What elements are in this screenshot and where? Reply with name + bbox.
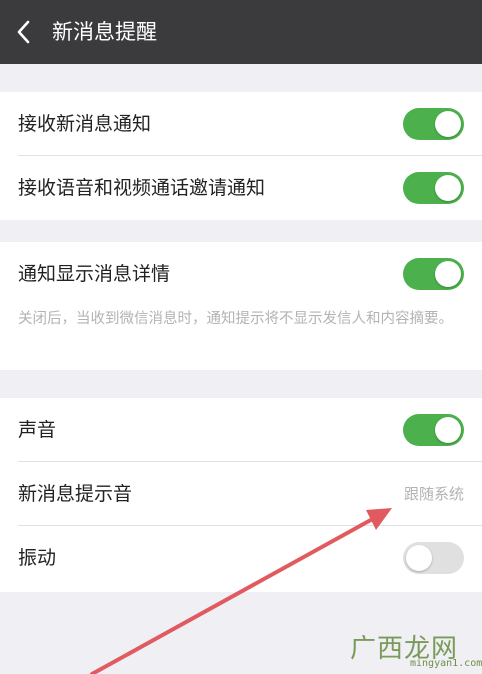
toggle-knob xyxy=(406,545,432,571)
sound-label: 声音 xyxy=(18,419,57,441)
receive-new-message-row: 接收新消息通知 xyxy=(0,92,482,156)
vibrate-toggle[interactable] xyxy=(403,542,464,574)
receive-new-message-label: 接收新消息通知 xyxy=(18,113,152,135)
watermark-url: mingyan1.com xyxy=(410,658,482,669)
show-detail-hint: 关闭后，当收到微信消息时，通知提示将不显示发信人和内容摘要。 xyxy=(18,311,453,327)
toggle-knob xyxy=(435,111,461,137)
message-tone-row[interactable]: 新消息提示音 跟随系统 xyxy=(0,462,482,526)
message-tone-value: 跟随系统 xyxy=(403,485,464,503)
sound-row: 声音 xyxy=(0,398,482,462)
toggle-knob xyxy=(435,417,461,443)
call-invite-notify-toggle[interactable] xyxy=(403,172,464,204)
detail-group: 通知显示消息详情 关闭后，当收到微信消息时，通知提示将不显示发信人和内容摘要。 xyxy=(0,242,482,370)
call-invite-notify-label: 接收语音和视频通话邀请通知 xyxy=(18,177,266,199)
toggle-knob xyxy=(435,175,461,201)
show-detail-toggle[interactable] xyxy=(403,258,464,290)
top-bar: 新消息提醒 xyxy=(0,0,482,64)
show-detail-label: 通知显示消息详情 xyxy=(18,263,171,285)
call-invite-notify-row: 接收语音和视频通话邀请通知 xyxy=(0,156,482,220)
show-detail-row: 通知显示消息详情 xyxy=(0,242,482,306)
vibrate-row: 振动 xyxy=(0,526,482,590)
sound-toggle[interactable] xyxy=(403,414,464,446)
watermark-logo: 广西龙网 mingyan1.com xyxy=(350,628,482,672)
toggle-knob xyxy=(435,261,461,287)
message-tone-label: 新消息提示音 xyxy=(18,483,133,505)
message-notify-group: 接收新消息通知 接收语音和视频通话邀请通知 xyxy=(0,92,482,220)
vibrate-label: 振动 xyxy=(18,547,57,569)
receive-new-message-toggle[interactable] xyxy=(403,108,464,140)
page-title: 新消息提醒 xyxy=(52,20,157,44)
back-arrow-icon[interactable] xyxy=(14,18,34,46)
sound-group: 声音 新消息提示音 跟随系统 振动 xyxy=(0,398,482,592)
